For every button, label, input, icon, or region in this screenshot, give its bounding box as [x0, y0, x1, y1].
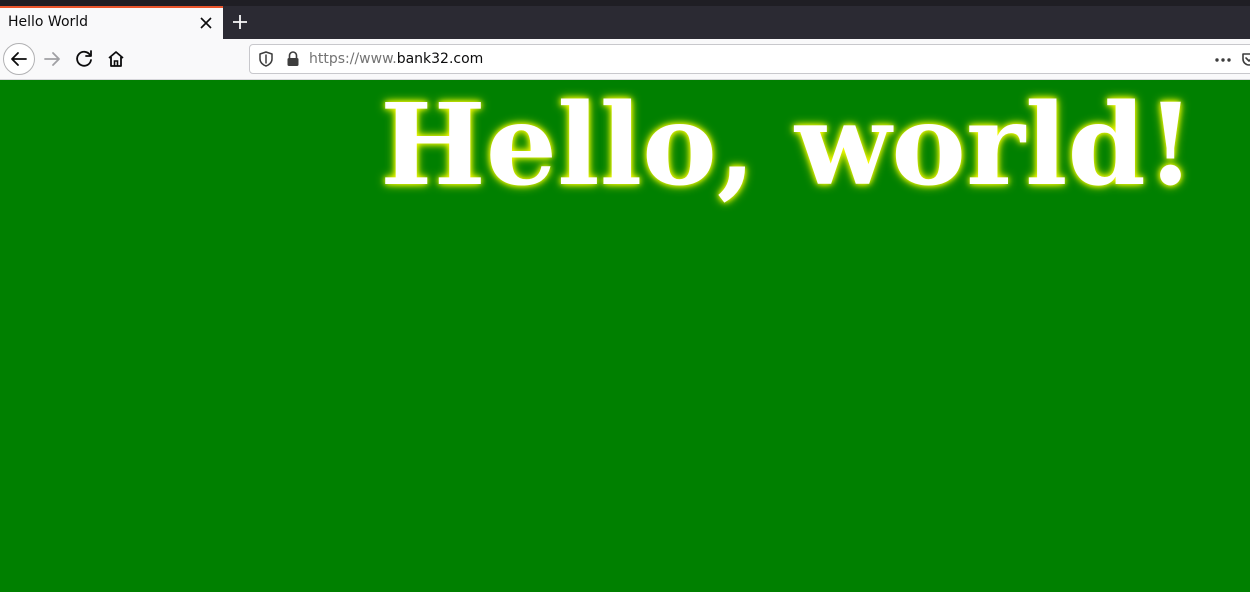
url-scheme-prefix: https://www.: [309, 51, 397, 67]
back-button[interactable]: [3, 43, 35, 75]
reload-button[interactable]: [69, 43, 101, 75]
tab-strip: Hello World: [0, 0, 1250, 39]
url-bar[interactable]: https://www.bank32.com: [249, 44, 1250, 74]
reload-icon: [76, 50, 92, 67]
back-arrow-icon: [11, 52, 27, 66]
lock-icon[interactable]: [284, 50, 302, 68]
new-tab-plus-icon[interactable]: [229, 11, 251, 33]
page-headline: Hello, world!: [379, 80, 1195, 211]
browser-window: Hello World https://www.bank32.com Hello…: [0, 0, 1250, 592]
tab-title: Hello World: [8, 14, 89, 30]
forward-button[interactable]: [37, 43, 69, 75]
close-icon[interactable]: [197, 14, 215, 32]
active-tab[interactable]: Hello World: [0, 6, 223, 39]
more-horizontal-icon[interactable]: [1212, 51, 1234, 69]
tracking-protection-shield-icon[interactable]: [257, 50, 275, 68]
navigation-toolbar: https://www.bank32.com: [0, 39, 1250, 80]
page-content: Hello, world!: [0, 80, 1250, 592]
forward-arrow-icon: [44, 52, 60, 66]
pocket-icon[interactable]: [1240, 50, 1250, 68]
home-icon: [108, 51, 124, 67]
url-host: bank32.com: [396, 51, 484, 67]
url-text[interactable]: https://www.bank32.com: [309, 51, 483, 67]
home-button[interactable]: [100, 43, 132, 75]
